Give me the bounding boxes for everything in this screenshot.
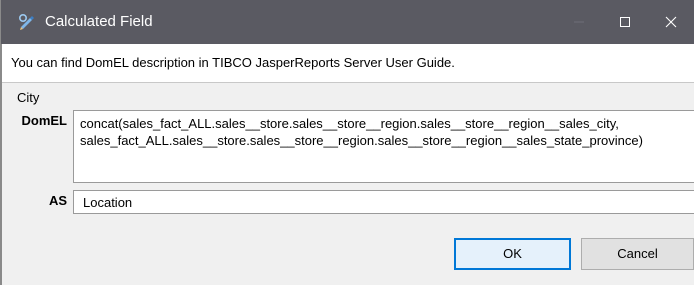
- as-name-input[interactable]: [73, 190, 694, 214]
- title-bar[interactable]: Calculated Field: [1, 0, 694, 44]
- description-bar: You can find DomEL description in TIBCO …: [1, 44, 694, 82]
- cancel-button[interactable]: Cancel: [581, 238, 694, 270]
- description-text: You can find DomEL description in TIBCO …: [11, 55, 455, 70]
- ok-button[interactable]: OK: [454, 238, 571, 270]
- calculated-field-dialog: Calculated Field You can find DomEL desc…: [0, 0, 694, 285]
- field-name-label: City: [17, 90, 40, 105]
- window-title: Calculated Field: [45, 13, 153, 30]
- minimize-icon[interactable]: [556, 0, 602, 44]
- domel-label: DomEL: [21, 113, 68, 128]
- as-label: AS: [48, 193, 67, 208]
- close-icon[interactable]: [648, 0, 694, 44]
- domel-expression-field[interactable]: concat(sales_fact_ALL.sales__store.sales…: [73, 110, 694, 183]
- divider: [1, 82, 694, 83]
- maximize-icon[interactable]: [602, 0, 648, 44]
- window-border: [1, 44, 2, 285]
- pencil-tool-icon: [17, 12, 37, 32]
